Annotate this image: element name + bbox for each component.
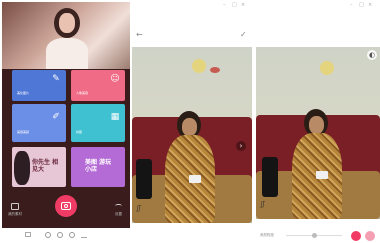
promo-text: 美图 游玩小店: [85, 159, 112, 173]
camera-shutter-button[interactable]: [55, 195, 77, 217]
tile-bg: [12, 104, 66, 142]
grid-icon: ▦: [110, 112, 120, 122]
materials-label: 我的素材: [8, 212, 22, 216]
header-photo: [2, 2, 130, 69]
portrait-face: [59, 13, 75, 33]
slider-thumb[interactable]: [312, 233, 317, 238]
tile-label: 美化图片: [17, 91, 30, 95]
editor-top-bar: ← ✓: [132, 27, 252, 47]
back-arrow-icon[interactable]: ←: [136, 30, 143, 39]
search-icon[interactable]: [69, 232, 75, 238]
brush-icon: ✐: [52, 112, 60, 122]
tile-bg: [71, 104, 125, 142]
chevron-right-icon[interactable]: ›: [236, 141, 246, 151]
promo-text: 你先生 相见大: [32, 159, 59, 173]
home-icon[interactable]: [25, 232, 31, 237]
photo-editor-screen: – □ × ← ✓ › ʃʃ: [132, 2, 252, 228]
close-icon[interactable]: ×: [368, 2, 372, 8]
tile-beautify-photo[interactable]: ✎ 美化图片: [12, 70, 66, 101]
minimize-icon[interactable]: –: [223, 2, 226, 8]
close-icon[interactable]: ×: [241, 2, 245, 8]
reset-button[interactable]: [365, 231, 375, 241]
face-icon: ☺: [110, 74, 120, 84]
settings-icon[interactable]: [115, 204, 122, 210]
tile-makeup[interactable]: ✐ 美容美颜: [12, 104, 66, 142]
minimize-icon[interactable]: –: [350, 2, 353, 8]
editor-top-bar: [256, 27, 380, 47]
watermark-logo: ʃʃ: [261, 201, 265, 208]
search-icon[interactable]: [45, 232, 51, 238]
compare-icon[interactable]: ◐: [367, 50, 377, 60]
tile-portrait-beauty[interactable]: ☺ 人像美容: [71, 70, 125, 101]
portrait-body: [46, 38, 88, 69]
camera-lens-icon: [64, 204, 68, 208]
promo-model-figure: [14, 151, 30, 185]
system-nav-bar: [2, 228, 130, 243]
wall-decor: [320, 61, 334, 75]
upload-icon[interactable]: [81, 232, 87, 238]
adjust-bar: 美颜程度: [256, 228, 380, 243]
magic-wand-icon: ✎: [52, 74, 60, 84]
promo-banner-1[interactable]: 你先生 相见大: [12, 147, 66, 187]
tile-label: 拼图: [76, 130, 83, 134]
maximize-icon[interactable]: □: [232, 2, 237, 8]
settings-label: 设置: [115, 212, 122, 216]
search-icon[interactable]: [57, 232, 63, 238]
camera-home-screen: ✎ 美化图片 ☺ 人像美容 ✐ 美容美颜 ▦ 拼图 你先生 相见大 美图 游玩小…: [2, 2, 130, 228]
photo-canvas[interactable]: ◐ ʃʃ: [256, 47, 380, 219]
check-icon[interactable]: ✓: [240, 30, 247, 39]
apply-button[interactable]: [351, 231, 361, 241]
tile-collage[interactable]: ▦ 拼图: [71, 104, 125, 142]
phone-in-hand: [189, 175, 201, 183]
handbag: [136, 159, 152, 199]
person-face: [182, 118, 197, 136]
tile-label: 人像美容: [76, 91, 89, 95]
photo-canvas[interactable]: › ʃʃ: [132, 47, 252, 223]
maximize-icon[interactable]: □: [359, 2, 364, 8]
phone-in-hand: [316, 171, 328, 179]
materials-icon[interactable]: [11, 203, 19, 210]
wall-decor: [210, 67, 220, 73]
person-face: [309, 116, 324, 134]
handbag: [262, 157, 278, 197]
beauty-adjust-screen: – □ × ◐ ʃʃ 美颜程度: [256, 2, 380, 243]
watermark-logo: ʃʃ: [137, 205, 141, 212]
adjust-label: 美颜程度: [260, 233, 274, 237]
promo-banner-2[interactable]: 美图 游玩小店: [71, 147, 125, 187]
wall-decor: [192, 59, 206, 73]
tile-label: 美容美颜: [17, 130, 30, 134]
